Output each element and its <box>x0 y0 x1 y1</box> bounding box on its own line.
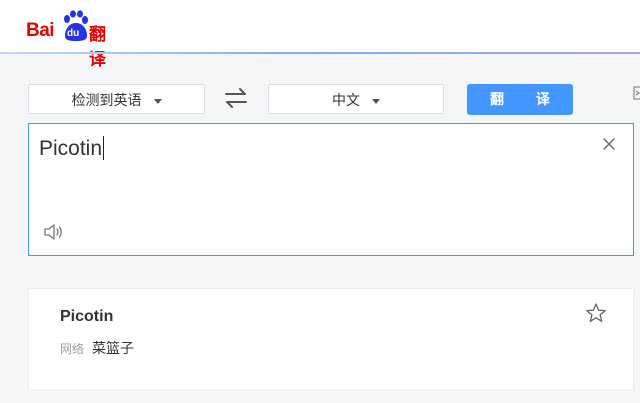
translate-button[interactable]: 翻 译 <box>467 84 573 115</box>
result-word: Picotin <box>60 308 114 325</box>
clear-icon[interactable] <box>603 138 615 150</box>
source-text-value: Picotin <box>39 137 103 160</box>
star-icon[interactable] <box>585 302 607 324</box>
header: Bai du 翻译 <box>0 0 640 69</box>
source-language-select[interactable]: 检测到英语 <box>28 84 205 114</box>
header-divider <box>0 52 640 54</box>
target-language-label: 中文 <box>332 92 360 108</box>
entry-tag: 网络 <box>60 342 85 356</box>
chevron-down-icon <box>372 98 380 104</box>
source-text-area[interactable]: Picotin <box>28 123 634 256</box>
swap-icon[interactable] <box>222 86 250 110</box>
logo-text-product: 翻译 <box>89 25 106 69</box>
source-text-input[interactable]: Picotin <box>39 136 105 161</box>
target-language-select[interactable]: 中文 <box>268 84 444 114</box>
side-panel-icon[interactable] <box>633 86 640 100</box>
speaker-icon[interactable] <box>43 222 65 242</box>
logo-text-bai: Bai <box>26 20 55 41</box>
entry-meaning: 菜篮子 <box>92 340 134 356</box>
source-language-label: 检测到英语 <box>71 92 142 108</box>
chevron-down-icon <box>153 98 162 104</box>
text-cursor <box>103 136 105 160</box>
translation-result-card: Picotin 网络 菜篮子 <box>28 288 634 391</box>
logo-text-du: du <box>67 28 80 39</box>
